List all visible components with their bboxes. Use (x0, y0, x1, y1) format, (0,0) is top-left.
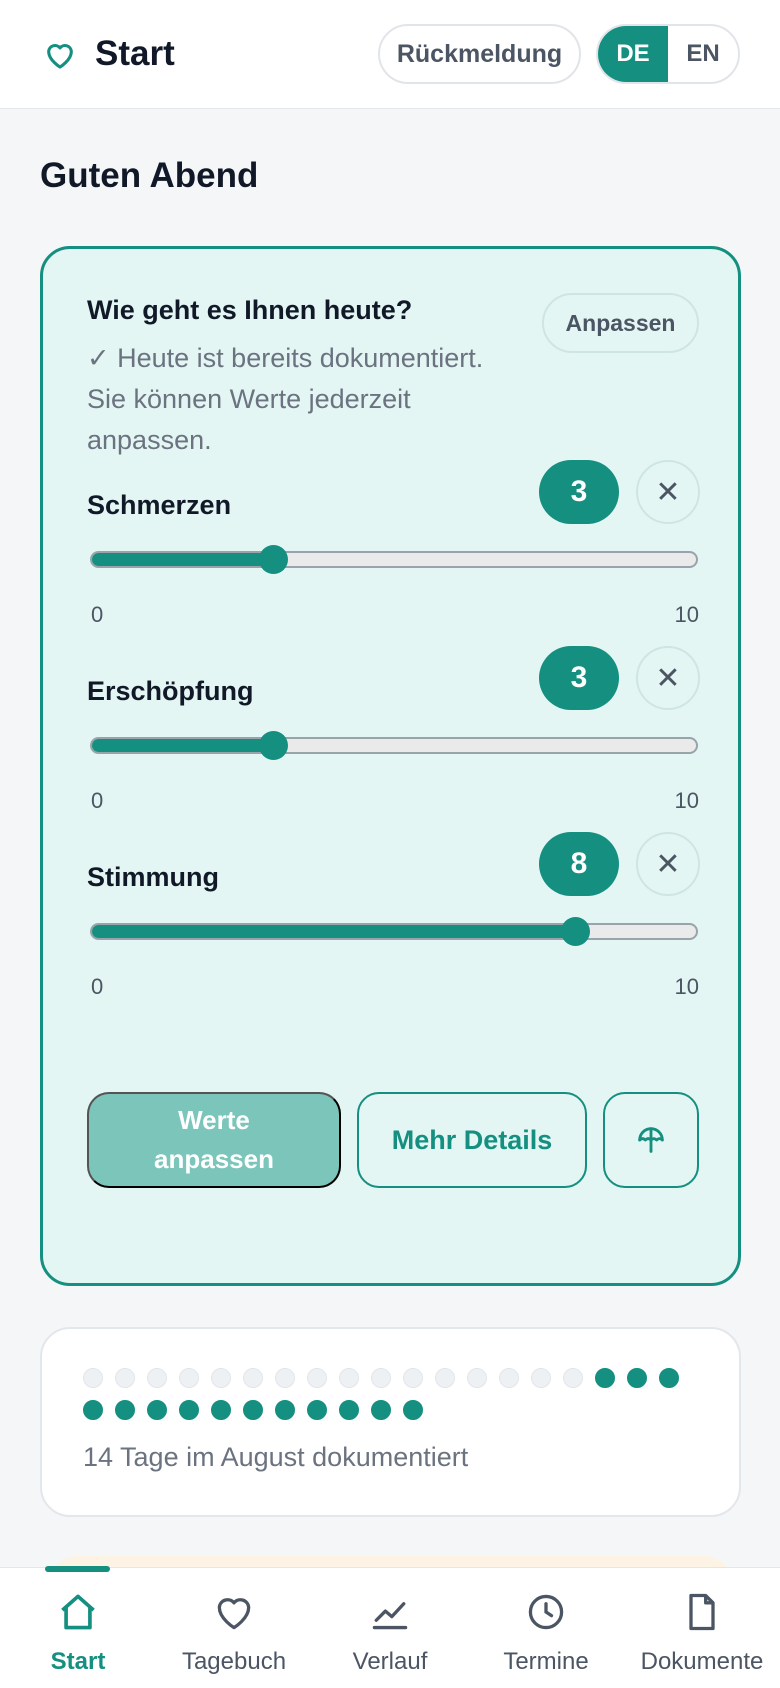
nav-item-start[interactable]: Start (0, 1568, 156, 1688)
slider-max-label: 10 (674, 788, 699, 813)
metric-value-badge: 8 (539, 832, 619, 896)
feedback-button[interactable]: Rückmeldung (378, 24, 581, 84)
day-dot (179, 1400, 199, 1420)
heart-icon (47, 43, 73, 69)
day-dot (307, 1368, 327, 1388)
day-dot (115, 1400, 135, 1420)
nav-label: Termine (503, 1648, 589, 1675)
slider-max-label: 10 (674, 974, 699, 999)
month-tracker-card: 14 Tage im August dokumentiert (40, 1327, 741, 1517)
day-dot (243, 1400, 263, 1420)
nav-item-dokumente[interactable]: Dokumente (624, 1568, 780, 1688)
day-dot (659, 1368, 679, 1388)
metric-value-badge: 3 (539, 460, 619, 524)
language-option-en[interactable]: EN (668, 26, 738, 82)
document-icon (689, 1593, 715, 1631)
clear-value-button[interactable]: ✕ (636, 646, 700, 710)
metric-slider-track[interactable] (90, 737, 698, 754)
metric-slider-track[interactable] (90, 551, 698, 568)
metric-stimmung: Stimmung 8 ✕ 0 10 (87, 832, 700, 1012)
slider-min-label: 0 (91, 602, 104, 627)
slider-min-label: 0 (91, 974, 104, 999)
metric-slider-thumb[interactable] (259, 545, 289, 574)
slider-min-label: 0 (91, 788, 104, 813)
day-dot (627, 1368, 647, 1388)
nav-label: Dokumente (640, 1648, 764, 1675)
day-dot (83, 1368, 103, 1388)
day-dots (83, 1368, 703, 1420)
day-dot (147, 1400, 167, 1420)
nav-item-termine[interactable]: Termine (468, 1568, 624, 1688)
app-header: Start Rückmeldung DE EN (0, 0, 780, 109)
metric-slider-fill (92, 739, 274, 752)
day-dot (275, 1400, 295, 1420)
slider-max-label: 10 (674, 602, 699, 627)
day-dot (339, 1400, 359, 1420)
month-summary: 14 Tage im August dokumentiert (83, 1442, 469, 1472)
umbrella-icon (638, 1127, 664, 1153)
language-switch: DE EN (596, 24, 740, 84)
metric-schmerzen: Schmerzen 3 ✕ 0 10 (87, 460, 700, 640)
home-icon (61, 1594, 95, 1630)
metric-slider-fill (92, 925, 576, 938)
umbrella-button[interactable] (603, 1092, 699, 1188)
day-dot (83, 1400, 103, 1420)
day-dot (403, 1368, 423, 1388)
day-dot (115, 1368, 135, 1388)
chart-line-icon (372, 1602, 408, 1630)
greeting-heading: Guten Abend (40, 156, 259, 195)
day-dot (467, 1368, 487, 1388)
day-dot (275, 1368, 295, 1388)
nav-label: Start (50, 1648, 106, 1675)
language-option-de[interactable]: DE (598, 26, 668, 82)
metric-label: Stimmung (87, 862, 219, 892)
checkin-status-text: ✓ Heute ist bereits dokumentiert. Sie kö… (87, 343, 484, 455)
day-dot (371, 1400, 391, 1420)
day-dot (499, 1368, 519, 1388)
day-dot (531, 1368, 551, 1388)
metric-label: Erschöpfung (87, 676, 254, 706)
metric-value-badge: 3 (539, 646, 619, 710)
checkin-question: Wie geht es Ihnen heute? (87, 295, 413, 325)
day-dot (211, 1368, 231, 1388)
heart-icon (217, 1598, 251, 1630)
day-dot (595, 1368, 615, 1388)
page-title: Start (95, 34, 175, 73)
day-dot (179, 1368, 199, 1388)
clear-value-button[interactable]: ✕ (636, 460, 700, 524)
day-dot (563, 1368, 583, 1388)
clear-value-button[interactable]: ✕ (636, 832, 700, 896)
metric-slider-track[interactable] (90, 923, 698, 940)
day-dot (243, 1368, 263, 1388)
metric-slider-fill (92, 553, 274, 566)
day-dot (371, 1368, 391, 1388)
nav-label: Tagebuch (181, 1648, 287, 1675)
metric-label: Schmerzen (87, 490, 232, 520)
day-dot (403, 1400, 423, 1420)
clock-icon (528, 1594, 564, 1630)
more-details-button[interactable]: Mehr Details (357, 1092, 587, 1188)
nav-item-tagebuch[interactable]: Tagebuch (156, 1568, 312, 1688)
metric-slider-thumb[interactable] (561, 917, 591, 946)
adjust-button[interactable]: Anpassen (542, 293, 699, 353)
day-dot (211, 1400, 231, 1420)
day-dot (339, 1368, 359, 1388)
day-dot (147, 1368, 167, 1388)
metric-erschoepfung: Erschöpfung 3 ✕ 0 10 (87, 646, 700, 826)
nav-item-verlauf[interactable]: Verlauf (312, 1568, 468, 1688)
day-dot (435, 1368, 455, 1388)
nav-label: Verlauf (352, 1648, 428, 1675)
bottom-navigation: Start Tagebuch Verlauf Termine Dokumente (0, 1566, 780, 1688)
day-dot (307, 1400, 327, 1420)
daily-checkin-card: Wie geht es Ihnen heute? ✓ Heute ist ber… (40, 246, 741, 1286)
save-values-button[interactable]: Werte anpassen (87, 1092, 341, 1188)
metric-slider-thumb[interactable] (259, 731, 289, 760)
